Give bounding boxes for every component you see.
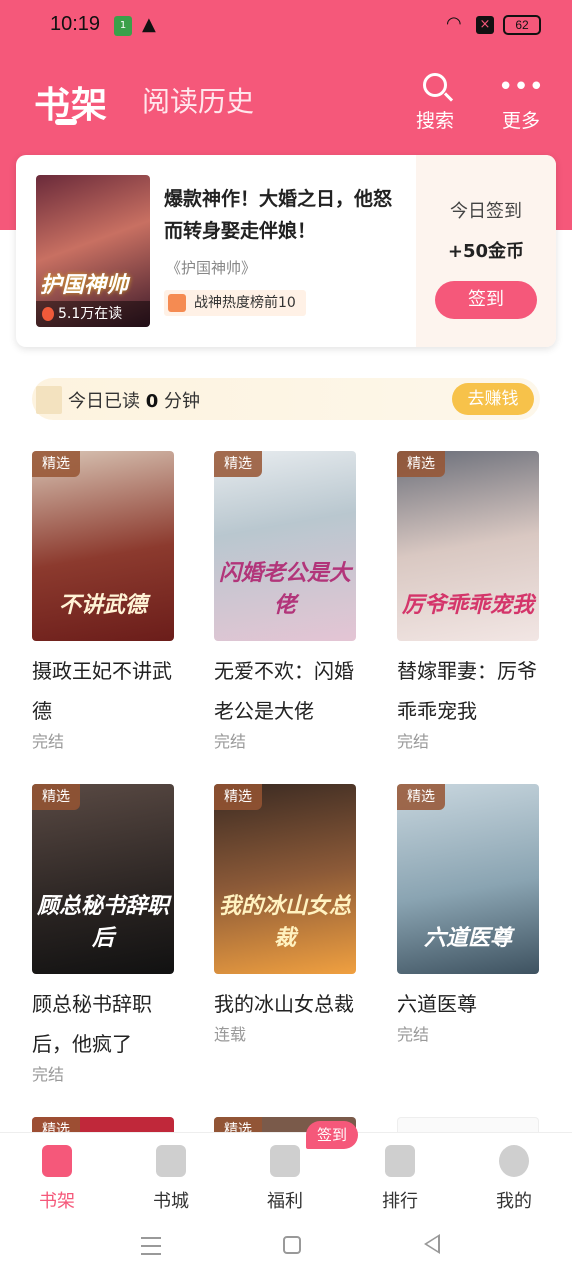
search-icon	[423, 73, 447, 97]
reading-time-text: 今日已读 0 分钟	[68, 387, 200, 413]
search-label: 搜索	[415, 110, 454, 132]
bookshelf-icon	[42, 1145, 72, 1177]
reading-time-suffix: 分钟	[164, 391, 200, 412]
tab-reading-history[interactable]: 阅读历史	[142, 80, 254, 120]
nav-profile[interactable]: 我的	[474, 1145, 554, 1213]
book-title[interactable]: 替嫁罪妻：厉爷乖乖宠我	[397, 651, 547, 731]
featured-badge: 精选	[214, 784, 262, 810]
home-icon[interactable]	[283, 1236, 301, 1254]
book-status: 完结	[32, 1065, 65, 1084]
featured-book-name: 《护国神帅》	[166, 259, 257, 277]
book-cover-title: 六道医尊	[423, 926, 512, 951]
profile-icon	[499, 1145, 529, 1177]
book-cover[interactable]: 精选 顾总秘书辞职后	[32, 784, 174, 974]
book-title[interactable]: 我的冰山女总裁	[214, 984, 364, 1024]
book-item[interactable]: 精选 六道医尊 六道医尊 完结	[397, 784, 557, 1046]
featured-badge: 精选	[397, 784, 445, 810]
checkin-panel: 今日签到 +50金币 签到	[416, 155, 556, 347]
gift-icon	[270, 1145, 300, 1177]
book-cover[interactable]: 精选 闪婚老公是大佬	[214, 451, 356, 641]
more-button[interactable]: ••• 更多	[491, 70, 551, 133]
featured-rank-tag: 战神热度榜前10	[164, 290, 306, 316]
nav-label: 福利	[267, 1191, 303, 1212]
reading-minutes: 0	[145, 391, 159, 412]
featured-badge: 精选	[397, 451, 445, 477]
book-item[interactable]: 精选 不讲武德 摄政王妃不讲武德 完结	[32, 451, 192, 753]
no-sim-icon: ×	[476, 16, 494, 34]
checkin-title: 今日签到	[450, 201, 522, 222]
book-cover-title: 闪婚老公是大佬	[218, 561, 351, 618]
trophy-icon	[385, 1145, 415, 1177]
book-status: 完结	[32, 732, 65, 751]
nav-label: 书架	[39, 1191, 75, 1212]
nav-bookstore[interactable]: 书城	[131, 1145, 211, 1213]
nav-ranking[interactable]: 排行	[360, 1145, 440, 1213]
more-label: 更多	[501, 110, 540, 132]
book-item[interactable]: 精选 我的冰山女总裁 我的冰山女总裁 连载	[214, 784, 374, 1046]
bottom-nav: 书架 书城 福利 排行 我的	[0, 1132, 572, 1222]
nav-label: 我的	[496, 1191, 532, 1212]
book-status: 完结	[214, 732, 247, 751]
medal-icon	[168, 294, 186, 312]
book-cover-title: 我的冰山女总裁	[218, 894, 351, 951]
checkin-button[interactable]: 签到	[435, 281, 537, 319]
checkin-reward: +50金币	[447, 241, 525, 262]
book-item[interactable]: 精选 闪婚老公是大佬 无爱不欢：闪婚老公是大佬 完结	[214, 451, 374, 753]
book-cover[interactable]: 精选 厉爷乖乖宠我	[397, 451, 539, 641]
battery-icon: 62	[503, 15, 541, 35]
status-bar: 10:19 1 ▲ ◠ × 62	[0, 0, 572, 50]
book-title[interactable]: 六道医尊	[397, 984, 547, 1024]
featured-cover-title: 护国神帅	[40, 273, 129, 298]
featured-book-card[interactable]: 护国神帅 5.1万在读 爆款神作！大婚之日，他怒而转身娶走伴娘！ 《护国神帅》 …	[16, 155, 556, 347]
system-nav-bar	[0, 1222, 572, 1280]
book-title[interactable]: 摄政王妃不讲武德	[32, 651, 182, 731]
nav-welfare[interactable]: 福利	[245, 1145, 325, 1213]
book-cover[interactable]: 精选 不讲武德	[32, 451, 174, 641]
book-title[interactable]: 顾总秘书辞职后，他疯了	[32, 984, 182, 1064]
nav-label: 书城	[153, 1191, 189, 1212]
status-time: 10:19	[50, 13, 101, 35]
book-status: 连载	[214, 1025, 247, 1044]
featured-badge: 精选	[32, 451, 80, 477]
book-cover-title: 厉爷乖乖宠我	[401, 593, 534, 618]
reading-time-bar: 今日已读 0 分钟 去赚钱	[32, 378, 540, 420]
reading-time-prefix: 今日已读	[68, 391, 140, 412]
book-status: 完结	[397, 1025, 430, 1044]
warning-icon: ▲	[142, 14, 156, 35]
earn-money-button[interactable]: 去赚钱	[452, 383, 534, 415]
book-item[interactable]: 精选 厉爷乖乖宠我 替嫁罪妻：厉爷乖乖宠我 完结	[397, 451, 557, 753]
fire-icon	[42, 307, 54, 321]
book-cover-title: 不讲武德	[58, 593, 147, 618]
wifi-icon: ◠	[446, 13, 462, 34]
sim-icon: 1	[114, 16, 132, 36]
book-status: 完结	[397, 732, 430, 751]
featured-badge: 精选	[32, 784, 80, 810]
featured-headline[interactable]: 爆款神作！大婚之日，他怒而转身娶走伴娘！	[164, 183, 404, 247]
featured-cover[interactable]: 护国神帅 5.1万在读	[36, 175, 150, 327]
store-icon	[156, 1145, 186, 1177]
nav-bookshelf[interactable]: 书架	[17, 1145, 97, 1213]
checkin-badge[interactable]: 签到	[306, 1121, 358, 1149]
book-cover[interactable]: 精选 我的冰山女总裁	[214, 784, 356, 974]
book-cover[interactable]: 精选 六道医尊	[397, 784, 539, 974]
books-icon	[36, 386, 62, 414]
rank-tag-label: 战神热度榜前10	[194, 295, 296, 311]
more-icon: •••	[497, 72, 544, 102]
featured-badge: 精选	[214, 451, 262, 477]
search-button[interactable]: 搜索	[405, 70, 465, 133]
nav-label: 排行	[382, 1191, 418, 1212]
back-icon[interactable]	[424, 1234, 440, 1254]
book-item[interactable]: 精选 顾总秘书辞职后 顾总秘书辞职后，他疯了 完结	[32, 784, 192, 1086]
book-cover-title: 顾总秘书辞职后	[36, 894, 169, 951]
tab-active-indicator	[55, 119, 77, 125]
menu-icon[interactable]	[141, 1237, 161, 1255]
book-title[interactable]: 无爱不欢：闪婚老公是大佬	[214, 651, 364, 731]
